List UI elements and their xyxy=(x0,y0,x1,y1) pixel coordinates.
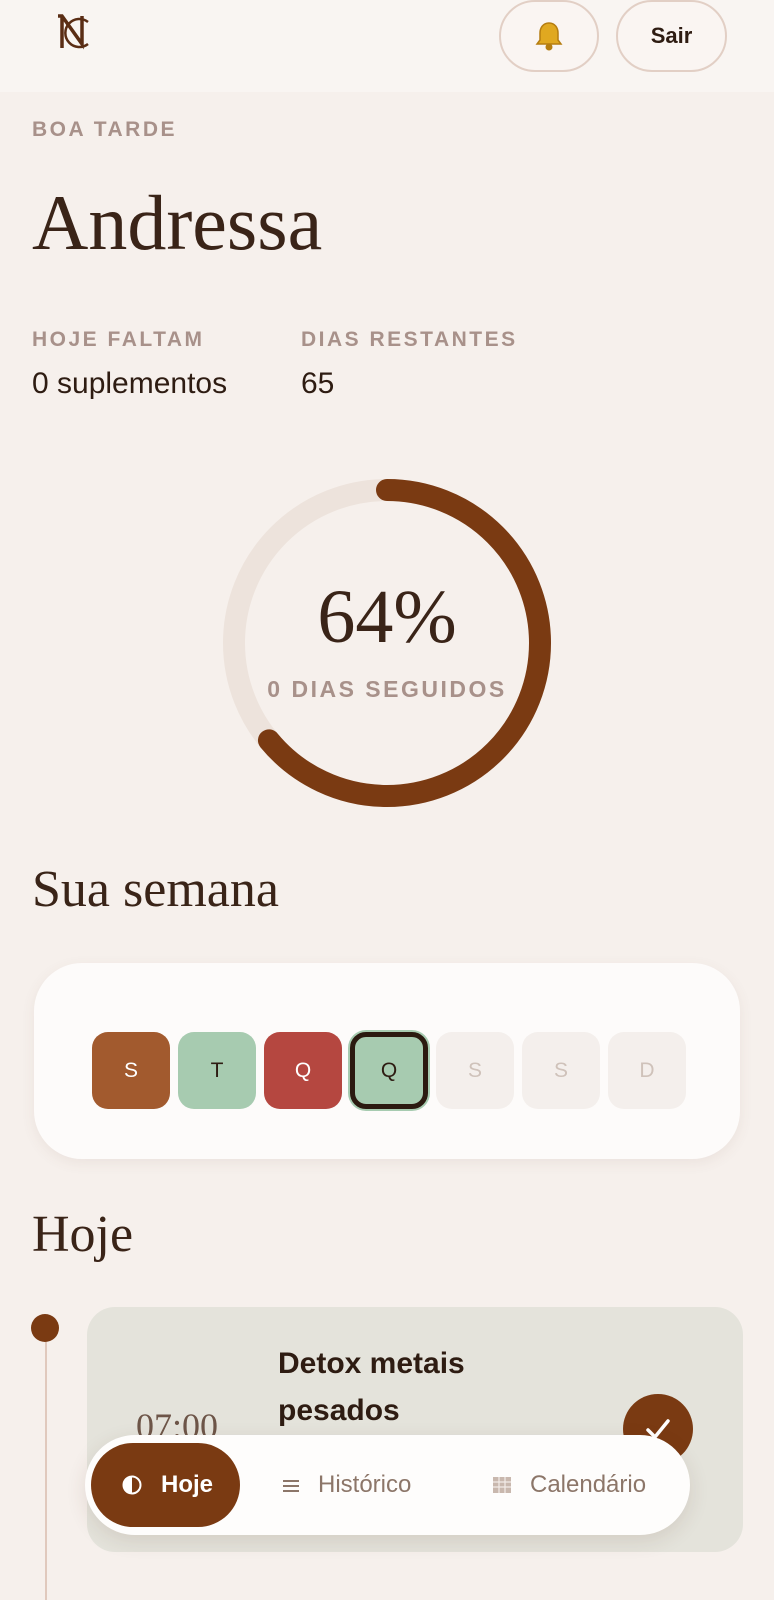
notifications-button[interactable] xyxy=(499,0,599,72)
week-days: S T Q Q S S D xyxy=(92,1032,686,1109)
week-title: Sua semana xyxy=(32,861,279,918)
progress-ring: 64% 0 DIAS SEGUIDOS xyxy=(220,476,554,810)
nav-tab-hoje-label: Hoje xyxy=(161,1471,214,1498)
logout-button[interactable]: Sair xyxy=(616,0,727,72)
bottom-nav: Hoje Histórico Calendário xyxy=(85,1435,690,1535)
today-remaining-label: HOJE FALTAM xyxy=(32,328,205,351)
days-remaining-label: DIAS RESTANTES xyxy=(301,328,518,351)
days-remaining-value: 65 xyxy=(301,367,335,400)
list-icon xyxy=(282,1477,300,1493)
user-name: Andressa xyxy=(32,179,323,266)
logout-label: Sair xyxy=(650,23,693,48)
greeting-eyebrow: BOA TARDE xyxy=(32,118,177,141)
half-moon-icon xyxy=(121,1474,143,1496)
day-chip-sun[interactable]: D xyxy=(608,1032,686,1109)
nav-tab-historico[interactable]: Histórico xyxy=(282,1443,411,1527)
task-title: Detox metais pesados xyxy=(278,1347,465,1427)
today-remaining-value: 0 suplementos xyxy=(32,367,228,400)
day-chip-thu[interactable]: Q xyxy=(350,1032,428,1109)
logo-mark xyxy=(58,14,89,50)
brand-logo[interactable] xyxy=(52,12,92,63)
day-chip-tue[interactable]: T xyxy=(178,1032,256,1109)
timeline-dot xyxy=(31,1314,59,1342)
day-chip-mon[interactable]: S xyxy=(92,1032,170,1109)
nav-tab-calendario-label: Calendário xyxy=(530,1471,647,1498)
nav-tab-hoje[interactable]: Hoje xyxy=(91,1443,240,1527)
day-chip-wed[interactable]: Q xyxy=(264,1032,342,1109)
timeline-line xyxy=(45,1326,47,1600)
today-title: Hoje xyxy=(32,1206,134,1263)
streak-label: 0 DIAS SEGUIDOS xyxy=(267,676,507,702)
nav-tab-calendario[interactable]: Calendário xyxy=(492,1443,646,1527)
day-chip-fri[interactable]: S xyxy=(436,1032,514,1109)
nav-tab-historico-label: Histórico xyxy=(318,1471,412,1498)
calendar-icon xyxy=(492,1476,512,1494)
progress-percent: 64% xyxy=(317,575,457,659)
day-chip-sat[interactable]: S xyxy=(522,1032,600,1109)
bell-icon xyxy=(535,22,563,51)
